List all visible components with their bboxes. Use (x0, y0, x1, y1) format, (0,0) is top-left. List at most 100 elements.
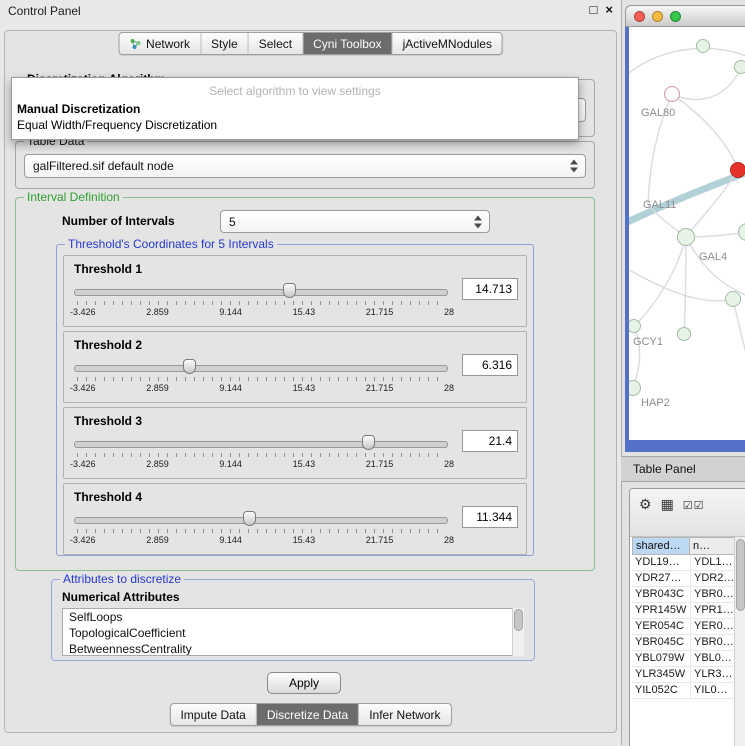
scale-label: 28 (444, 307, 454, 317)
slider-ticks (77, 529, 445, 533)
network-node[interactable] (677, 327, 691, 341)
network-node[interactable] (677, 228, 695, 246)
tab-select[interactable]: Select (248, 33, 302, 54)
threshold-value-field[interactable]: 6.316 (462, 354, 518, 376)
slider-ticks (77, 453, 445, 457)
minimize-button[interactable] (652, 11, 663, 22)
table-scrollbar-thumb[interactable] (736, 539, 745, 611)
threshold-value-field[interactable]: 14.713 (462, 278, 518, 300)
network-node[interactable] (625, 380, 641, 396)
float-window-icon[interactable]: □ (590, 2, 598, 17)
threshold-slider[interactable]: -3.4262.8599.14415.4321.71528 (74, 432, 448, 474)
table-row[interactable]: YLR345WYLR3… (632, 667, 735, 683)
control-panel-window: Control Panel □ × Discretization Algorit… (0, 0, 622, 745)
threshold-value-field[interactable]: 21.4 (462, 430, 518, 452)
attributes-scrollbar[interactable] (512, 608, 524, 656)
scale-label: 28 (444, 383, 454, 393)
number-of-intervals-combobox[interactable]: 5 (220, 210, 490, 233)
slider-scale: -3.4262.8599.14415.4321.71528 (70, 535, 454, 545)
table-row[interactable]: YPR145WYPR1… (632, 603, 735, 619)
network-node[interactable] (730, 162, 745, 178)
tab-jactivemodules[interactable]: jActiveMNodules (392, 33, 502, 54)
scale-label: 2.859 (146, 535, 169, 545)
attribute-item[interactable]: BetweennessCentrality (63, 641, 523, 656)
threshold-slider[interactable]: -3.4262.8599.14415.4321.71528 (74, 508, 448, 550)
dropdown-option-manual[interactable]: Manual Discretization (12, 101, 578, 117)
slider-track[interactable] (74, 441, 448, 448)
slider-ticks (77, 301, 445, 305)
tab-label: Select (259, 37, 292, 51)
apply-button[interactable]: Apply (267, 672, 341, 694)
slider-track[interactable] (74, 365, 448, 372)
threshold-slider[interactable]: -3.4262.8599.14415.4321.71528 (74, 356, 448, 398)
combo-stepper-icon (474, 215, 483, 228)
table-cell: YDL19… (632, 555, 690, 571)
slider-scale: -3.4262.8599.14415.4321.71528 (70, 383, 454, 393)
table-scrollbar[interactable] (734, 537, 745, 746)
table-data-group: Table Data galFiltered.sif default node (15, 141, 595, 189)
dropdown-option-equal-width[interactable]: Equal Width/Frequency Discretization (12, 117, 578, 133)
threshold-label: Threshold 1 (74, 262, 142, 276)
table-row[interactable]: YDR27…YDR2… (632, 571, 735, 587)
gear-icon[interactable]: ⚙ (639, 496, 652, 512)
table-data-combobox[interactable]: galFiltered.sif default node (24, 154, 586, 178)
table-row[interactable]: YBR043CYBR0… (632, 587, 735, 603)
table-row[interactable]: YBL079WYBL0… (632, 651, 735, 667)
threshold-label: Threshold 4 (74, 490, 142, 504)
scale-label: 15.43 (293, 459, 316, 469)
network-node-label: GAL80 (641, 107, 675, 119)
network-window-titlebar[interactable] (625, 5, 745, 27)
slider-track[interactable] (74, 517, 448, 524)
tab-network[interactable]: Network (119, 33, 200, 54)
network-node[interactable] (734, 60, 745, 74)
tab-discretize-data[interactable]: Discretize Data (256, 704, 358, 725)
attributes-scrollbar-thumb[interactable] (514, 609, 523, 631)
scale-label: -3.426 (70, 307, 96, 317)
attribute-item[interactable]: TopologicalCoefficient (63, 625, 523, 641)
column-header-name[interactable]: n… (690, 537, 735, 555)
window-title: Control Panel (8, 4, 81, 18)
table-cell: YBR0… (690, 587, 735, 603)
tab-impute-data[interactable]: Impute Data (170, 704, 255, 725)
node-table-body: YDL19…YDL1…YDR27…YDR2…YBR043CYBR0…YPR145… (632, 555, 735, 746)
table-cell: YBR045C (632, 635, 690, 651)
slider-track[interactable] (74, 289, 448, 296)
attribute-item[interactable]: SelfLoops (63, 609, 523, 625)
thresholds-container: Threshold 1 -3.4262.8599.14415.4321.7152… (57, 255, 533, 555)
threshold-value-field[interactable]: 11.344 (462, 506, 518, 528)
close-window-icon[interactable]: × (605, 2, 613, 17)
slider-scale: -3.4262.8599.14415.4321.71528 (70, 307, 454, 317)
network-node[interactable] (627, 319, 641, 333)
columns-icon[interactable]: ▦ (661, 496, 674, 512)
network-view[interactable]: GAL80GAL11GAL4GCY1HAP2 (625, 27, 745, 452)
close-button[interactable] (634, 11, 645, 22)
network-node[interactable] (725, 291, 741, 307)
numerical-attributes-list[interactable]: SelfLoopsTopologicalCoefficientBetweenne… (62, 608, 524, 656)
scale-label: 21.715 (366, 383, 394, 393)
select-columns-icon[interactable]: ☑☑ (683, 496, 705, 514)
tab-cyni-toolbox[interactable]: Cyni Toolbox (302, 33, 391, 54)
tab-style[interactable]: Style (200, 33, 248, 54)
network-canvas: GAL80GAL11GAL4GCY1HAP2 (629, 27, 745, 440)
tab-label: Discretize Data (267, 708, 348, 722)
table-cell: YLR3… (690, 667, 735, 683)
table-row[interactable]: YIL052CYIL0… (632, 683, 735, 699)
slider-thumb[interactable] (283, 283, 296, 298)
table-row[interactable]: YDL19…YDL1… (632, 555, 735, 571)
network-node[interactable] (696, 39, 710, 53)
network-view-window: GAL80GAL11GAL4GCY1HAP2 (625, 5, 745, 452)
table-row[interactable]: YER054CYER0… (632, 619, 735, 635)
slider-thumb[interactable] (243, 511, 256, 526)
thresholds-group-label: Threshold's Coordinates for 5 Intervals (65, 237, 277, 251)
threshold-box: Threshold 4 -3.4262.8599.14415.4321.7152… (63, 483, 527, 555)
tab-infer-network[interactable]: Infer Network (358, 704, 450, 725)
zoom-button[interactable] (670, 11, 681, 22)
control-panel-body: Discretization Algorithm Select algorith… (4, 30, 617, 733)
table-row[interactable]: YBR045CYBR0… (632, 635, 735, 651)
slider-thumb[interactable] (183, 359, 196, 374)
threshold-slider[interactable]: -3.4262.8599.14415.4321.71528 (74, 280, 448, 322)
column-header-shared-name[interactable]: shared… (632, 537, 690, 555)
attributes-group-label: Attributes to discretize (60, 572, 184, 586)
slider-scale: -3.4262.8599.14415.4321.71528 (70, 459, 454, 469)
network-node[interactable] (664, 86, 680, 102)
